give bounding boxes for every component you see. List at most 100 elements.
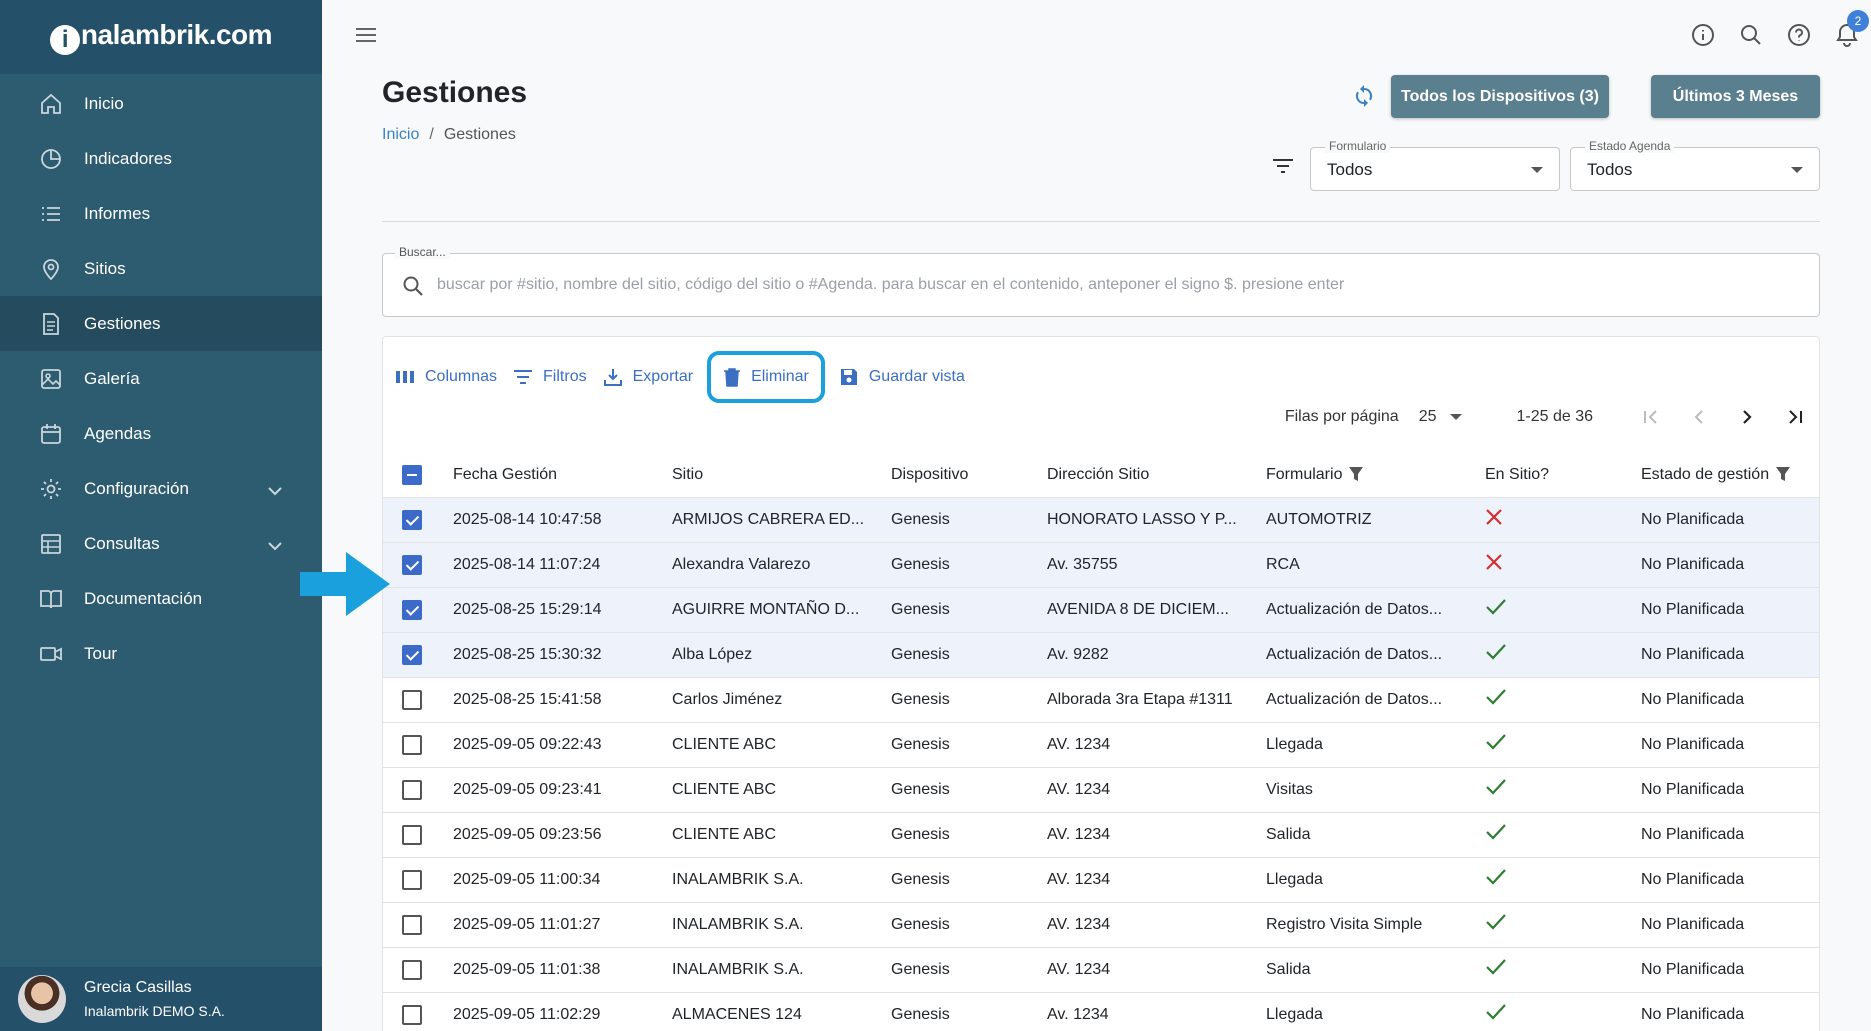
header-en-sitio[interactable]: En Sitio? bbox=[1477, 453, 1633, 498]
last-page-icon[interactable] bbox=[1771, 408, 1819, 426]
brand-logo[interactable]: i nalambrik.com bbox=[0, 0, 322, 74]
list-icon bbox=[38, 201, 64, 227]
refresh-icon[interactable] bbox=[1352, 84, 1376, 113]
header-formulario[interactable]: Formulario bbox=[1258, 453, 1477, 498]
columns-button[interactable]: Columnas bbox=[391, 360, 501, 394]
gestiones-table: Fecha Gestión Sitio Dispositivo Direcció… bbox=[383, 453, 1819, 1031]
table-row[interactable]: 2025-08-14 10:47:58 ARMIJOS CABRERA ED...… bbox=[383, 497, 1819, 543]
formulario-select[interactable]: Formulario Todos bbox=[1310, 139, 1560, 191]
table-row[interactable]: 2025-09-05 11:02:29 ALMACENES 124 Genesis A… bbox=[383, 992, 1819, 1031]
filter-lines-icon bbox=[514, 370, 533, 384]
export-button[interactable]: Exportar bbox=[599, 360, 697, 394]
sidebar-item-sitios[interactable]: Sitios bbox=[0, 241, 322, 296]
user-profile[interactable]: Grecia Casillas Inalambrik DEMO S.A. bbox=[0, 967, 322, 1031]
select-all-checkbox[interactable] bbox=[402, 464, 422, 485]
table-row[interactable]: 2025-08-25 15:29:14 AGUIRRE MONTAÑO D... G… bbox=[383, 587, 1819, 633]
all-devices-button[interactable]: Todos los Dispositivos (3) bbox=[1391, 75, 1609, 118]
table-row[interactable]: 2025-09-05 09:23:56 CLIENTE ABC Genesis AV.… bbox=[383, 812, 1819, 858]
row-checkbox[interactable] bbox=[402, 914, 422, 935]
cell-sitio: INALAMBRIK S.A. bbox=[664, 947, 883, 993]
row-checkbox[interactable] bbox=[402, 509, 422, 530]
cell-dispositivo: Genesis bbox=[883, 767, 1039, 813]
table-row[interactable]: 2025-09-05 09:22:43 CLIENTE ABC Genesis AV.… bbox=[383, 722, 1819, 768]
chevron-down-icon[interactable] bbox=[268, 536, 282, 556]
cell-direccion: AV. 1234 bbox=[1039, 902, 1258, 948]
table-row[interactable]: 2025-09-05 09:23:41 CLIENTE ABC Genesis AV.… bbox=[383, 767, 1819, 813]
row-checkbox[interactable] bbox=[402, 554, 422, 575]
header-dispositivo[interactable]: Dispositivo bbox=[883, 453, 1039, 498]
cell-en-sitio bbox=[1477, 677, 1633, 723]
next-page-icon[interactable] bbox=[1723, 408, 1771, 426]
rows-per-page-select[interactable]: 25 bbox=[1419, 408, 1463, 426]
search-icon[interactable] bbox=[1727, 20, 1775, 50]
sidebar-item-configuración[interactable]: Configuración bbox=[0, 461, 322, 516]
select-all-cell bbox=[383, 453, 445, 498]
row-checkbox[interactable] bbox=[402, 779, 422, 800]
cell-direccion: Alborada 3ra Etapa #1311 bbox=[1039, 677, 1258, 723]
cell-en-sitio bbox=[1477, 497, 1633, 543]
header-fecha[interactable]: Fecha Gestión bbox=[445, 453, 664, 498]
bell-icon[interactable]: 2 bbox=[1823, 10, 1871, 50]
table-row[interactable]: 2025-09-05 11:01:27 INALAMBRIK S.A. Genesi… bbox=[383, 902, 1819, 948]
first-page-icon[interactable] bbox=[1627, 408, 1675, 426]
check-icon bbox=[1486, 1004, 1506, 1020]
row-checkbox[interactable] bbox=[402, 734, 422, 755]
check-icon bbox=[1486, 959, 1506, 975]
cell-direccion: AV. 1234 bbox=[1039, 947, 1258, 993]
sidebar-item-consultas[interactable]: Consultas bbox=[0, 516, 322, 571]
cell-en-sitio bbox=[1477, 767, 1633, 813]
sidebar-item-galería[interactable]: Galería bbox=[0, 351, 322, 406]
close-icon bbox=[1486, 509, 1502, 525]
cell-fecha: 2025-09-05 11:01:38 bbox=[445, 947, 664, 993]
sidebar-item-gestiones[interactable]: Gestiones bbox=[0, 296, 322, 351]
sidebar-item-tour[interactable]: Tour bbox=[0, 626, 322, 681]
header-estado-label: Estado de gestión bbox=[1641, 465, 1770, 483]
user-name: Grecia Casillas bbox=[84, 979, 192, 996]
row-checkbox[interactable] bbox=[402, 599, 422, 620]
estado-agenda-select[interactable]: Estado Agenda Todos bbox=[1570, 139, 1820, 191]
pointer-arrow-icon bbox=[300, 552, 390, 621]
row-checkbox[interactable] bbox=[402, 869, 422, 890]
cell-estado: No Planificada bbox=[1633, 497, 1819, 543]
funnel-icon[interactable] bbox=[1775, 466, 1791, 482]
sidebar-item-label: Tour bbox=[84, 643, 118, 663]
funnel-icon[interactable] bbox=[1348, 466, 1364, 482]
row-checkbox[interactable] bbox=[402, 824, 422, 845]
header-sitio[interactable]: Sitio bbox=[664, 453, 883, 498]
info-icon[interactable] bbox=[1679, 20, 1727, 50]
search-input[interactable] bbox=[437, 270, 1797, 300]
table-row[interactable]: 2025-09-05 11:01:38 INALAMBRIK S.A. Genesi… bbox=[383, 947, 1819, 993]
table-row[interactable]: 2025-08-25 15:41:58 Carlos Jiménez Genesis… bbox=[383, 677, 1819, 723]
cell-formulario: Llegada bbox=[1258, 722, 1477, 768]
row-checkbox[interactable] bbox=[402, 959, 422, 980]
image-icon bbox=[38, 366, 64, 392]
help-icon[interactable] bbox=[1775, 20, 1823, 50]
table-row[interactable]: 2025-08-25 15:30:32 Alba López Genesis Av. … bbox=[383, 632, 1819, 678]
sidebar-item-indicadores[interactable]: Indicadores bbox=[0, 131, 322, 186]
last-3-months-button[interactable]: Últimos 3 Meses bbox=[1651, 75, 1820, 118]
save-view-button[interactable]: Guardar vista bbox=[835, 360, 969, 394]
row-checkbox[interactable] bbox=[402, 689, 422, 710]
sidebar-item-inicio[interactable]: Inicio bbox=[0, 76, 322, 131]
sidebar-item-informes[interactable]: Informes bbox=[0, 186, 322, 241]
row-select-cell bbox=[383, 542, 445, 588]
header-direccion[interactable]: Dirección Sitio bbox=[1039, 453, 1258, 498]
table-row[interactable]: 2025-08-14 11:07:24 Alexandra Valarezo Gen… bbox=[383, 542, 1819, 588]
prev-page-icon[interactable] bbox=[1675, 408, 1723, 426]
filter-lines-icon[interactable] bbox=[1272, 158, 1294, 179]
chevron-down-icon[interactable] bbox=[268, 481, 282, 501]
menu-icon[interactable] bbox=[355, 26, 377, 49]
delete-button[interactable]: Eliminar bbox=[707, 351, 825, 403]
header-estado[interactable]: Estado de gestión bbox=[1633, 453, 1819, 498]
filters-button[interactable]: Filtros bbox=[509, 360, 591, 394]
cell-dispositivo: Genesis bbox=[883, 947, 1039, 993]
breadcrumb-home-link[interactable]: Inicio bbox=[382, 126, 419, 143]
sidebar-item-documentación[interactable]: Documentación bbox=[0, 571, 322, 626]
rows-per-page-value: 25 bbox=[1418, 408, 1437, 425]
row-checkbox[interactable] bbox=[402, 644, 422, 665]
cell-fecha: 2025-08-25 15:30:32 bbox=[445, 632, 664, 678]
sidebar-item-agendas[interactable]: Agendas bbox=[0, 406, 322, 461]
row-checkbox[interactable] bbox=[402, 1004, 422, 1025]
cell-dispositivo: Genesis bbox=[883, 857, 1039, 903]
table-row[interactable]: 2025-09-05 11:00:34 INALAMBRIK S.A. Genesi… bbox=[383, 857, 1819, 903]
